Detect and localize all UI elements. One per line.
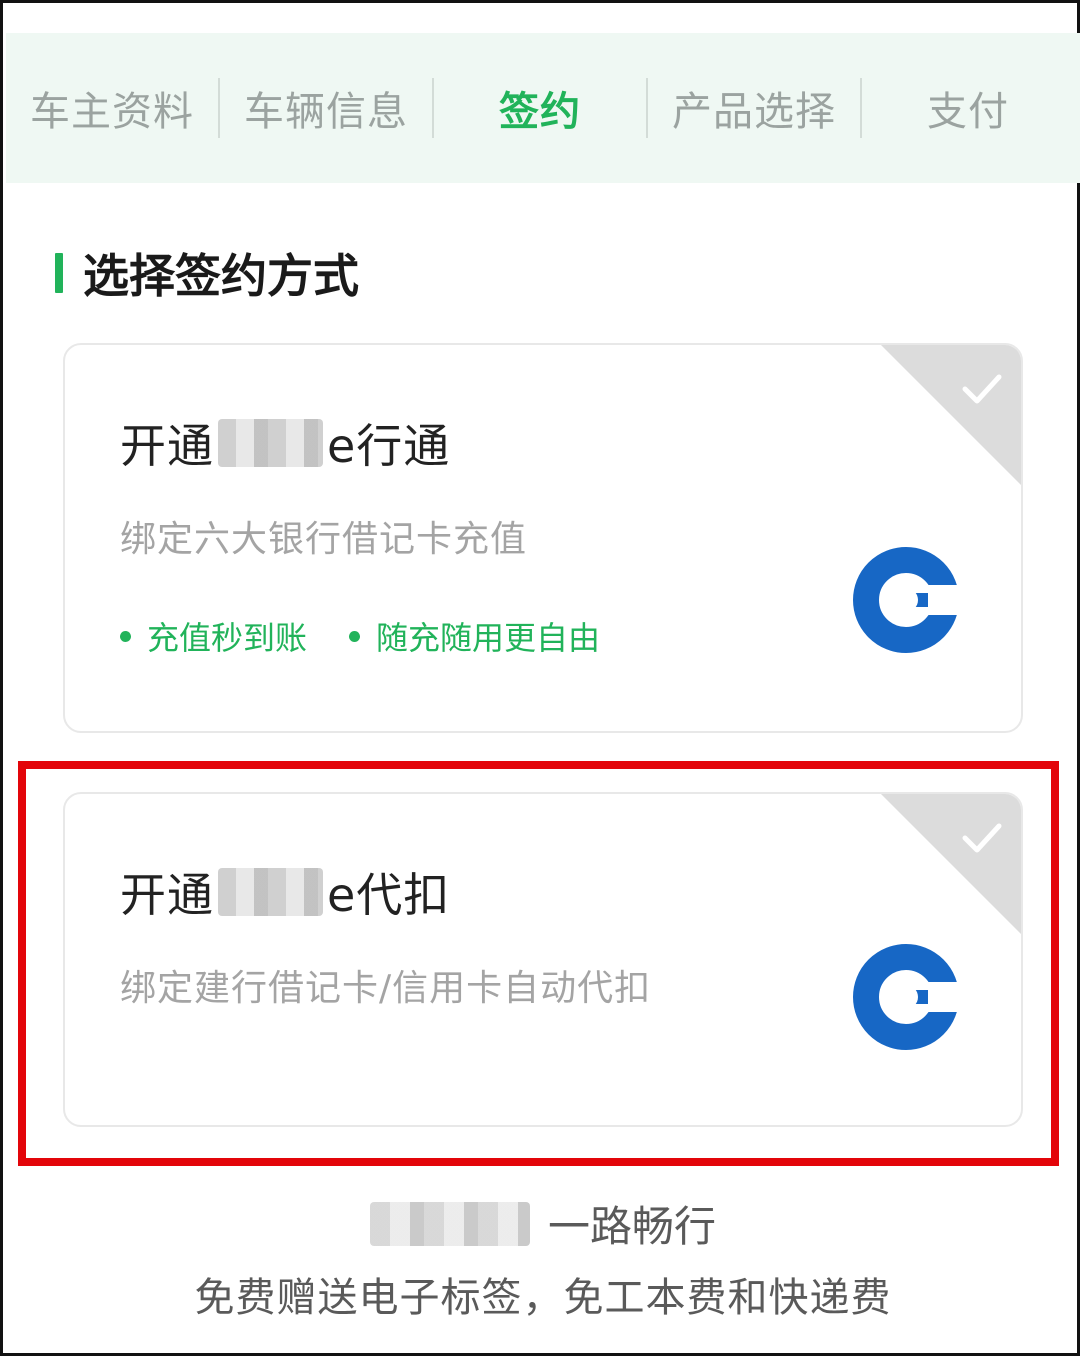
promo-subtext: 免费赠送电子标签，免工本费和快递费 (194, 1275, 892, 1321)
step-vehicle-info[interactable]: 车辆信息 (220, 33, 432, 183)
sign-option-card-etong[interactable]: 开通 e行通 绑定六大银行借记卡充值 充值秒到账 随充随用更自由 (63, 343, 1023, 733)
feature-item: 随充随用更自由 (349, 613, 600, 659)
check-icon (962, 374, 1002, 404)
screenshot-frame: 车主资料 车辆信息 签约 产品选择 支付 选择签约方式 开通 e行通 绑定六大银… (0, 0, 1080, 1356)
step-sign-contract[interactable]: 签约 (434, 33, 646, 183)
step-payment[interactable]: 支付 (862, 33, 1074, 183)
step-owner-info[interactable]: 车主资料 (6, 33, 218, 183)
card-title-suffix: e行通 (327, 419, 451, 473)
step-product-selection[interactable]: 产品选择 (648, 33, 860, 183)
section-accent-bar (55, 253, 63, 293)
section-header: 选择签约方式 (55, 243, 359, 303)
feature-text: 充值秒到账 (147, 619, 308, 657)
feature-list: 充值秒到账 随充随用更自由 (120, 613, 600, 659)
feature-item: 充值秒到账 (120, 613, 307, 659)
redacted-bank-name (218, 419, 323, 467)
promo-line: 一路畅行 (3, 1193, 1080, 1254)
ccb-logo-icon (853, 547, 961, 653)
promo-text: 一路畅行 (547, 1202, 716, 1251)
bullet-dot (120, 630, 131, 642)
section-title: 选择签约方式 (83, 249, 359, 303)
card-description: 绑定六大银行借记卡充值 (120, 519, 528, 560)
red-highlight-box (18, 761, 1059, 1166)
feature-text: 随充随用更自由 (376, 619, 601, 657)
redacted-brand (369, 1201, 530, 1246)
card-title: 开通 e行通 (120, 410, 450, 476)
bullet-dot (349, 630, 361, 642)
selection-corner (881, 345, 1021, 485)
card-title-prefix: 开通 (120, 419, 214, 473)
step-navigation: 车主资料 车辆信息 签约 产品选择 支付 (6, 33, 1080, 183)
